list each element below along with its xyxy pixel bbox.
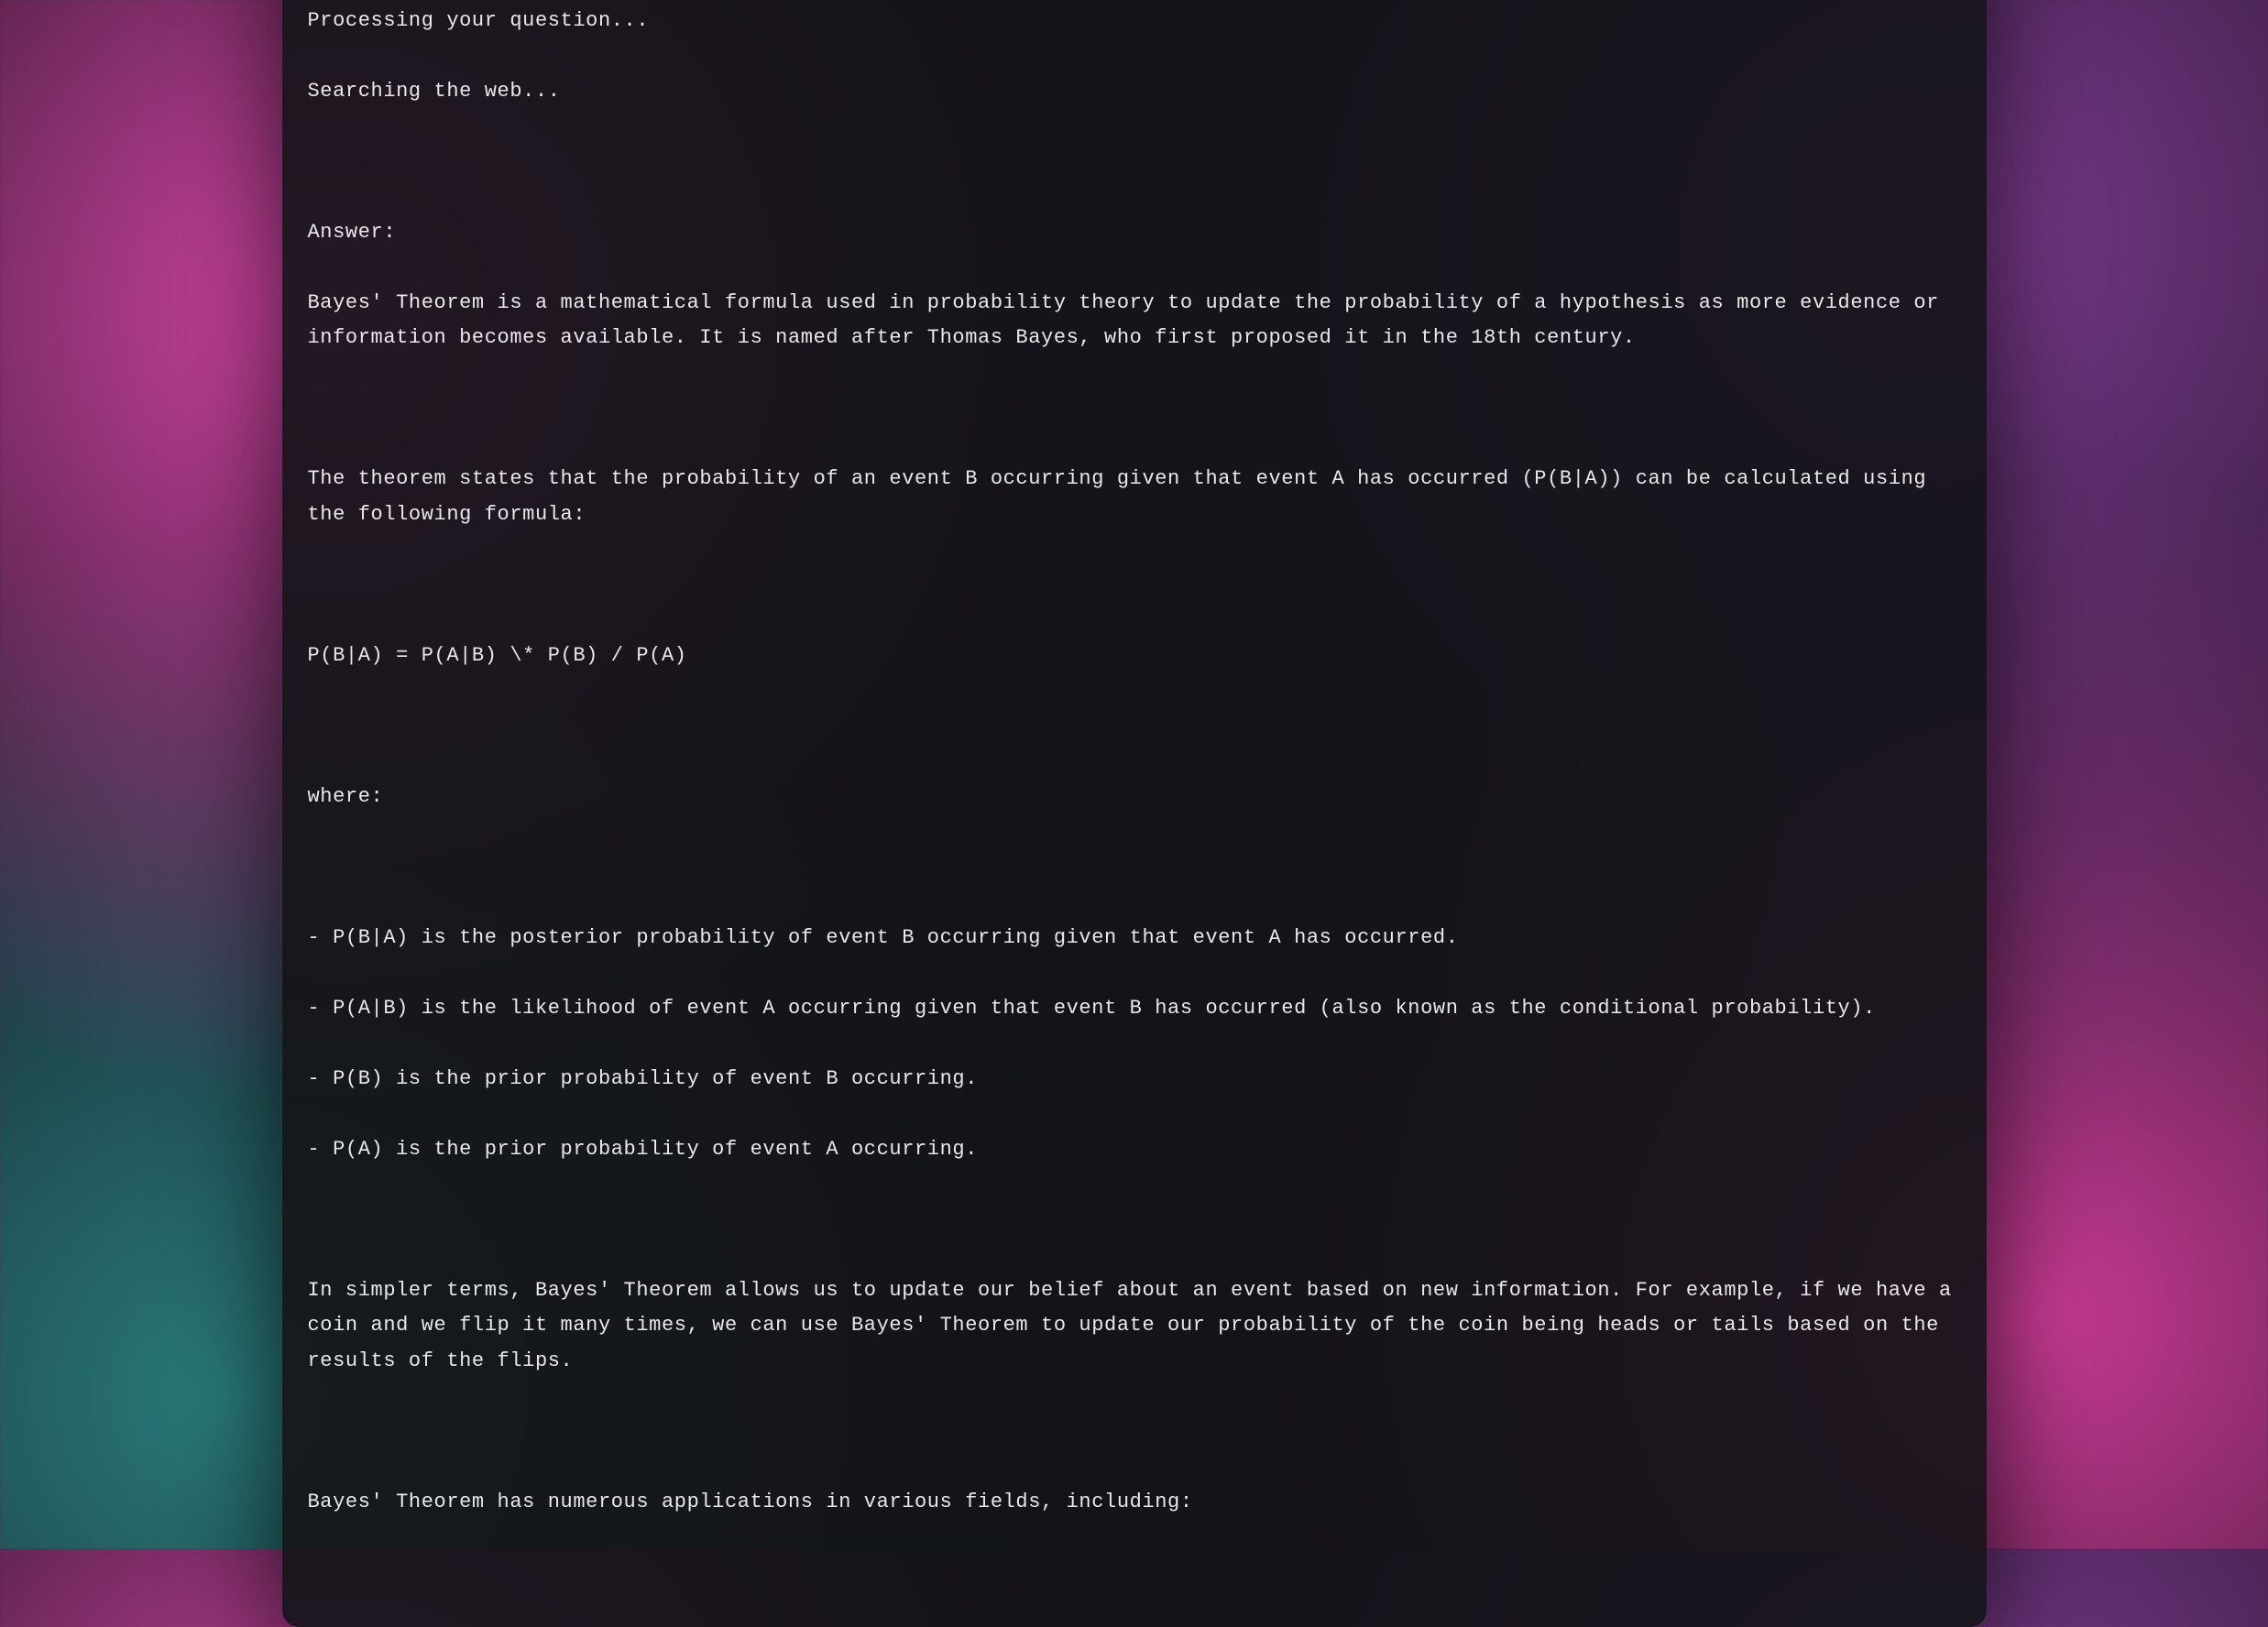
output-line: Bayes' Theorem has numerous applications… (308, 1485, 1961, 1521)
output-line: In simpler terms, Bayes' Theorem allows … (308, 1273, 1961, 1380)
output-line: Searching the web... (308, 74, 1961, 110)
output-line (308, 391, 1961, 427)
output-line (308, 1414, 1961, 1450)
output-line (308, 709, 1961, 745)
output-line: - P(B|A) is the posterior probability of… (308, 921, 1961, 956)
terminal-output: What would you like to know? What is Bay… (308, 0, 1961, 1590)
output-line: The theorem states that the probability … (308, 462, 1961, 532)
output-line: P(B|A) = P(A|B) \* P(B) / P(A) (308, 639, 1961, 674)
terminal-window: .../Developer/Workspace/function_calling… (282, 0, 1987, 1627)
output-line (308, 850, 1961, 886)
output-line: Processing your question... (308, 4, 1961, 39)
output-line: where: (308, 780, 1961, 815)
output-line: - P(B) is the prior probability of event… (308, 1062, 1961, 1097)
output-line (308, 1203, 1961, 1239)
output-line: Bayes' Theorem is a mathematical formula… (308, 286, 1961, 356)
output-line: Answer: (308, 215, 1961, 251)
output-line: - P(A) is the prior probability of event… (308, 1132, 1961, 1168)
output-line: - P(A|B) is the likelihood of event A oc… (308, 991, 1961, 1027)
output-line (308, 145, 1961, 180)
output-line (308, 568, 1961, 604)
terminal-body[interactable]: ~/Developer/Workspace/function_calling ✔… (282, 0, 1987, 1627)
